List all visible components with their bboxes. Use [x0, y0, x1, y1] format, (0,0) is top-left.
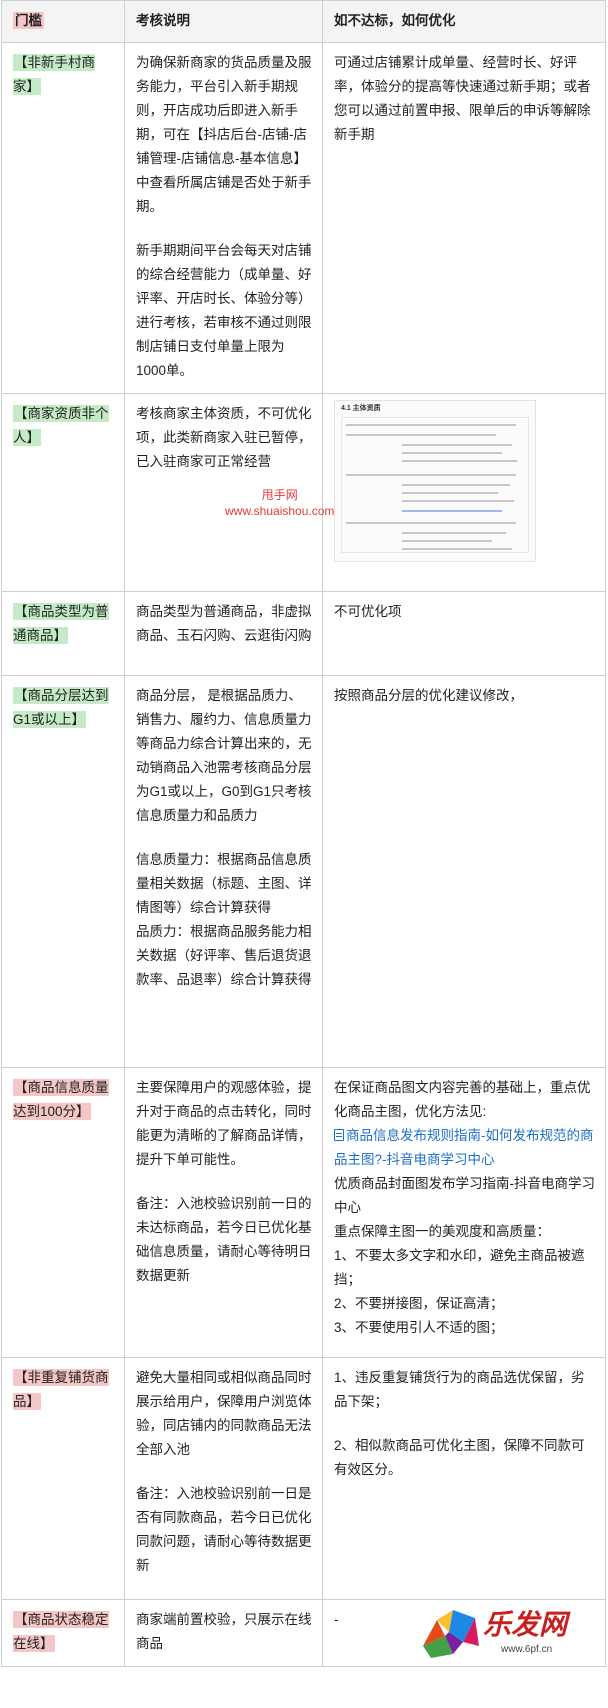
optimization-cell: 可通过店铺累计成单量、经营时长、好评率，体验分的提高等快速通过新手期；或者您可以…: [322, 42, 606, 394]
threshold-tag: 【商品类型为普通商品】: [13, 603, 109, 644]
description-cell: 主要保障用户的观感体验，提升对于商品的点击转化，同时能更为清晰的了解商品详情，提…: [124, 1067, 323, 1358]
table-row: 【非重复铺货商品】 避免大量相同或相似商品同时展示给用户，保障用户浏览体验，同店…: [1, 1357, 606, 1600]
optimization-cell: 4.1 主体资质: [322, 393, 606, 592]
optimization-cell: 在保证商品图文内容完善的基础上，重点优化商品主图，优化方法见: 商品信息发布规则…: [322, 1067, 606, 1358]
optimization-cell: - 乐发网 www.6pf.cn: [322, 1599, 606, 1667]
threshold-tag: 【非重复铺货商品】: [13, 1369, 109, 1410]
optimization-cell: 按照商品分层的优化建议修改，: [322, 675, 606, 1068]
table-row: 【商品类型为普通商品】 商品类型为普通商品，非虚拟商品、玉石闪购、云逛街闪购 不…: [1, 591, 606, 676]
optimization-cell: 不可优化项: [322, 591, 606, 676]
description-cell: 考核商家主体资质，不可优化项，此类新商家入驻已暂停，已入驻商家可正常经营 甩手网…: [124, 393, 334, 592]
threshold-cell: 【商品状态稳定在线】: [1, 1599, 125, 1667]
threshold-cell: 【商品分层达到G1或以上】: [1, 675, 125, 1068]
threshold-tag: 【商品分层达到G1或以上】: [13, 687, 109, 728]
description-cell: 商品分层， 是根据品质力、销售力、履约力、信息质量力等商品力综合计算出来的，无动…: [124, 675, 323, 1068]
threshold-table: 门槛 考核说明 如不达标，如何优化 【非新手村商家】 为确保新商家的货品质量及服…: [1, 0, 606, 1667]
header-optimization: 如不达标，如何优化: [322, 0, 606, 43]
description-cell: 为确保新商家的货品质量及服务能力，平台引入新手期规则，开店成功后即进入新手期，可…: [124, 42, 323, 394]
site-logo: 乐发网 www.6pf.cn: [419, 1606, 599, 1662]
table-row: 【商品状态稳定在线】 商家端前置校验，只展示在线商品 - 乐发网 www.6pf…: [1, 1599, 606, 1667]
table-row: 【商品信息质量达到100分】 主要保障用户的观感体验，提升对于商品的点击转化，同…: [1, 1067, 606, 1358]
watermark: 甩手网 www.shuaishou.com: [225, 488, 335, 518]
description-cell: 商品类型为普通商品，非虚拟商品、玉石闪购、云逛街闪购: [124, 591, 323, 676]
qualification-screenshot: 4.1 主体资质: [334, 400, 536, 562]
header-row: 门槛 考核说明 如不达标，如何优化: [1, 0, 606, 43]
table-row: 【商品分层达到G1或以上】 商品分层， 是根据品质力、销售力、履约力、信息质量力…: [1, 675, 606, 1068]
document-icon: [334, 1129, 344, 1141]
threshold-cell: 【商品类型为普通商品】: [1, 591, 125, 676]
threshold-tag: 【商品状态稳定在线】: [13, 1611, 109, 1652]
threshold-cell: 【非新手村商家】: [1, 42, 125, 394]
threshold-tag: 【商品信息质量达到100分】: [13, 1079, 109, 1120]
threshold-cell: 【非重复铺货商品】: [1, 1357, 125, 1600]
threshold-tag: 【商家资质非个人】: [13, 405, 109, 446]
table-row: 【非新手村商家】 为确保新商家的货品质量及服务能力，平台引入新手期规则，开店成功…: [1, 42, 606, 394]
header-description: 考核说明: [124, 0, 323, 43]
threshold-tag: 【非新手村商家】: [13, 54, 95, 95]
guide-link[interactable]: 商品信息发布规则指南-如何发布规范的商品主图?-抖音电商学习中心: [334, 1128, 594, 1167]
table-row: 【商家资质非个人】 考核商家主体资质，不可优化项，此类新商家入驻已暂停，已入驻商…: [1, 393, 606, 592]
header-threshold: 门槛: [1, 0, 125, 43]
colorful-logo-icon: [423, 1610, 479, 1658]
description-cell: 避免大量相同或相似商品同时展示给用户，保障用户浏览体验，同店铺内的同款商品无法全…: [124, 1357, 323, 1600]
description-cell: 商家端前置校验，只展示在线商品: [124, 1599, 323, 1667]
threshold-cell: 【商家资质非个人】: [1, 393, 125, 592]
optimization-cell: 1、违反重复铺货行为的商品选优保留，劣品下架； 2、相似款商品可优化主图，保障不…: [322, 1357, 606, 1600]
threshold-cell: 【商品信息质量达到100分】: [1, 1067, 125, 1358]
